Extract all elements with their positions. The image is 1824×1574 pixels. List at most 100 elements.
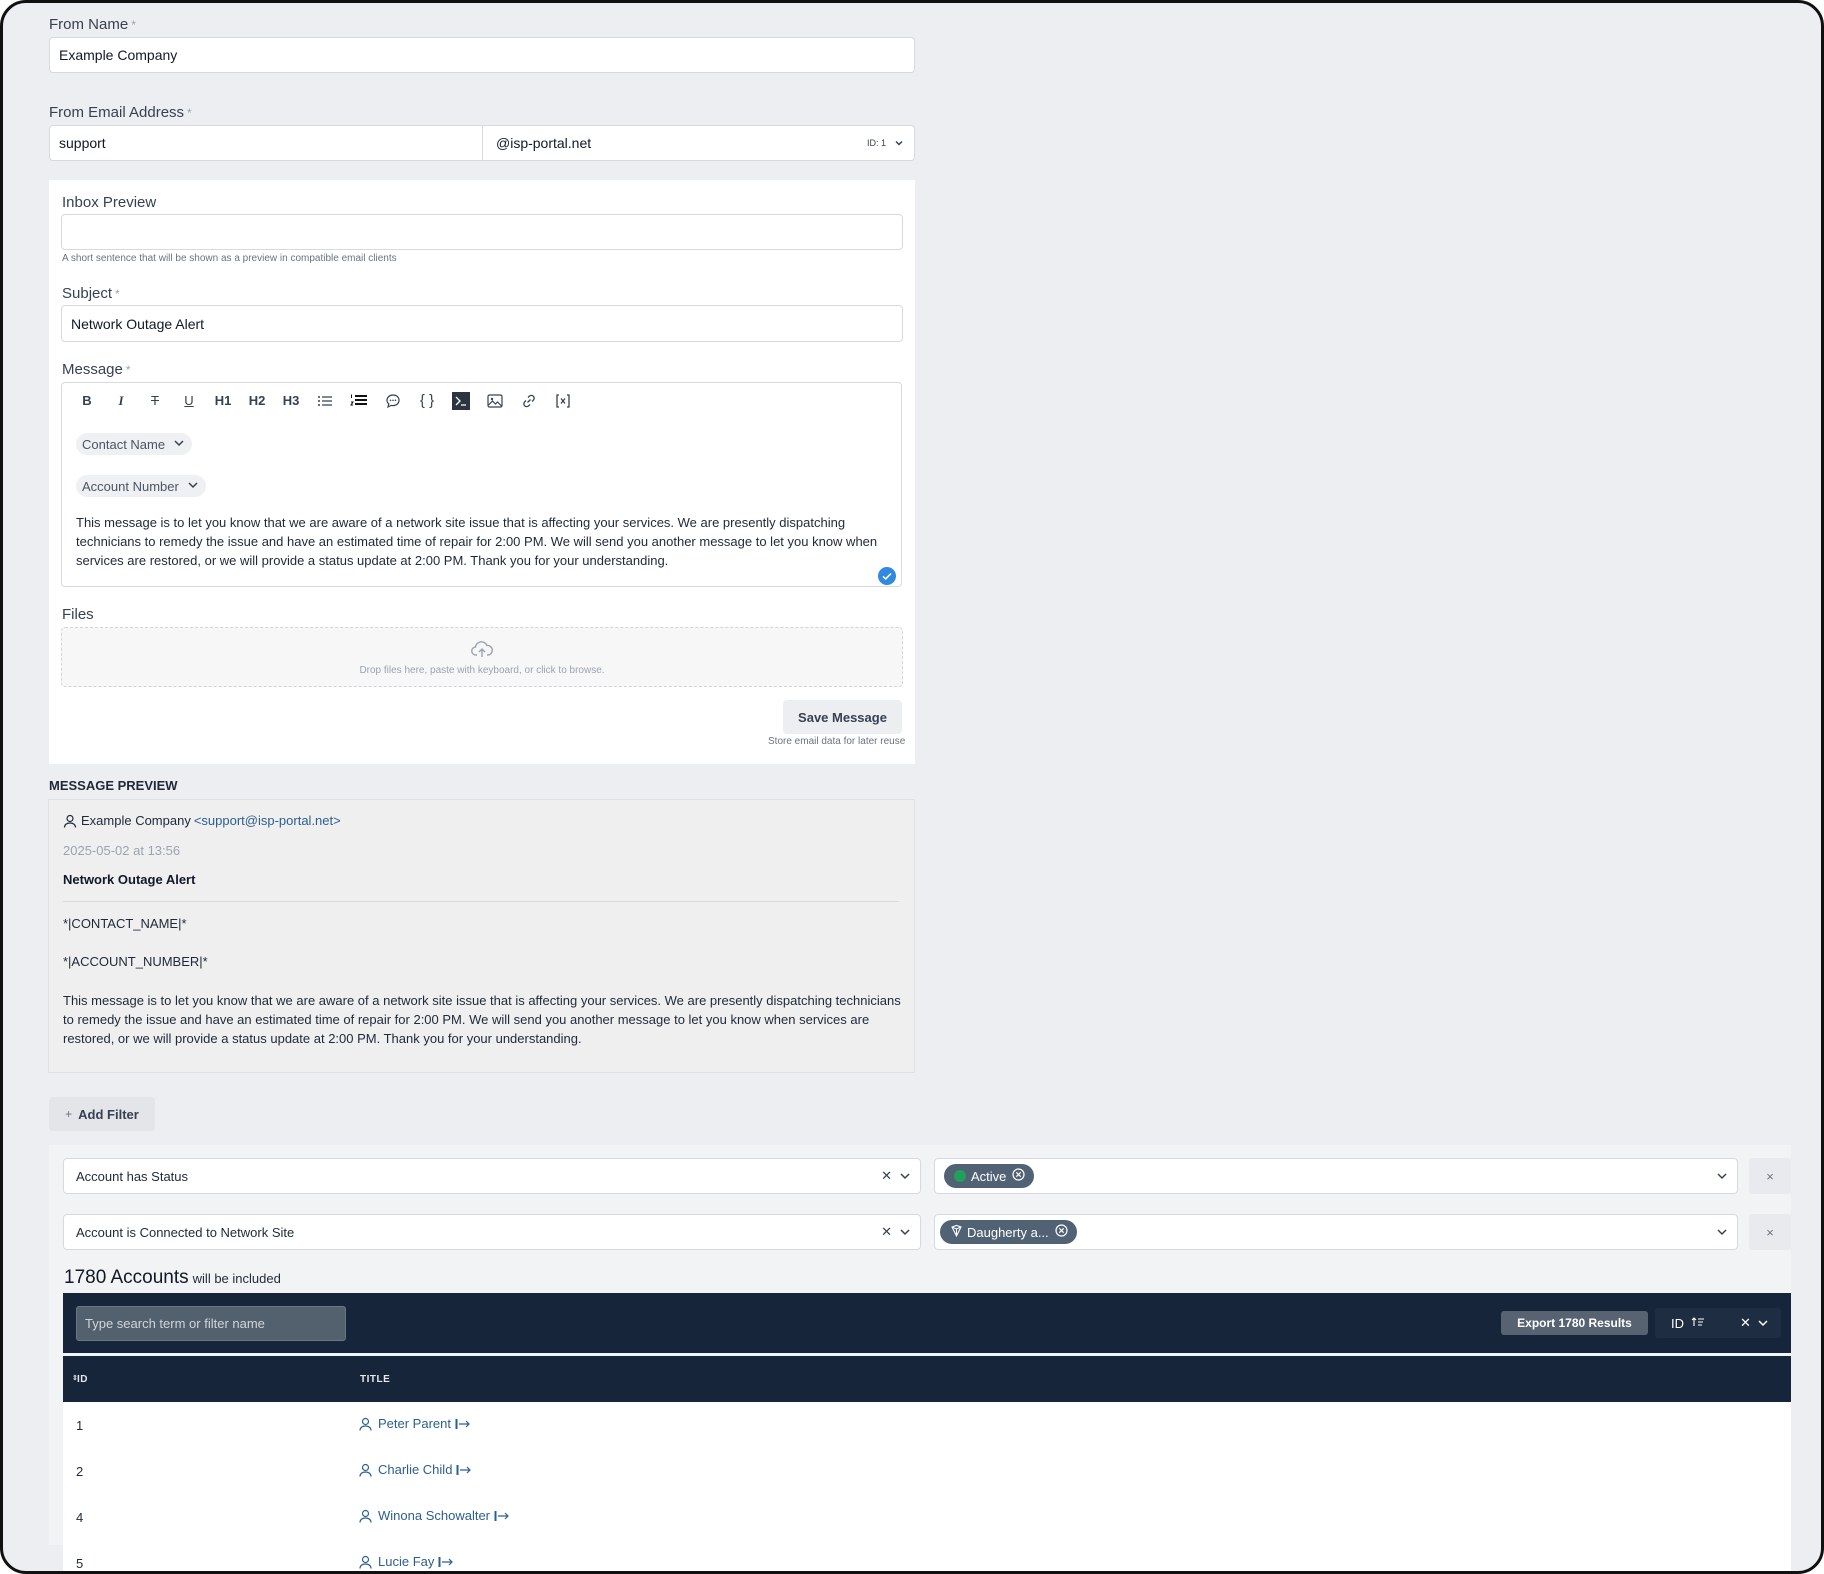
inbox-preview-label: Inbox Preview [62,194,157,211]
remove-filter-button[interactable]: × [1749,1158,1791,1194]
italic-button[interactable]: I [104,387,138,415]
clear-icon[interactable]: ✕ [881,1168,892,1184]
h3-button[interactable]: H3 [274,387,308,415]
status-tag-active: Active [944,1164,1035,1188]
terminal-button[interactable] [444,387,478,415]
chevron-down-icon[interactable] [1758,1315,1768,1330]
from-name-value: Example Company [59,47,178,63]
comment-button[interactable] [376,387,410,415]
table-search-placeholder: Type search term or filter name [85,1316,265,1331]
inbox-preview-input[interactable] [61,214,903,250]
save-message-button[interactable]: Save Message [783,700,902,734]
chevron-down-icon [894,135,904,151]
h2-button[interactable]: H2 [240,387,274,415]
contact-name-chip[interactable]: Contact Name [76,433,193,455]
bold-button[interactable]: B [70,387,104,415]
filter-field-select[interactable]: Account has Status ✕ [63,1158,921,1194]
h1-button[interactable]: H1 [206,387,240,415]
row-title: Winona Schowalter [378,1508,490,1523]
clear-sort-icon[interactable]: ✕ [1740,1315,1751,1331]
bullet-list-icon [318,395,332,406]
preview-subject: Network Outage Alert [63,872,196,887]
image-icon [487,393,503,408]
filter-field-value: Account has Status [76,1168,189,1184]
row-title-link[interactable]: Winona Schowalter [359,1508,510,1523]
table-search-input[interactable]: Type search term or filter name [76,1306,346,1341]
row-title: Charlie Child [378,1462,453,1477]
sort-select[interactable]: ID ✕ [1655,1308,1781,1338]
filter-field-value: Account is Connected to Network Site [76,1224,295,1240]
underline-button[interactable]: U [172,387,206,415]
message-label: Message * [62,361,131,378]
chevron-down-icon[interactable] [1717,1168,1727,1183]
code-braces-icon: { } [419,392,435,409]
sort-field-label: ID [1671,1316,1684,1331]
remove-tag-icon[interactable] [1012,1168,1026,1184]
chevron-down-icon[interactable] [900,1168,910,1183]
table-toolbar: Type search term or filter name Export 1… [63,1293,1791,1353]
open-record-icon[interactable] [494,1510,510,1522]
terminal-icon [452,391,470,410]
underline-icon: U [184,393,194,408]
row-title: Peter Parent [378,1416,451,1431]
open-record-icon[interactable] [456,1464,472,1476]
chevron-down-icon [174,439,184,450]
strikethrough-button[interactable]: T [138,387,172,415]
column-header-id[interactable]: ID [77,1374,88,1385]
table-row[interactable]: 4 Winona Schowalter [63,1494,1791,1541]
app-window: From Name * Example Company From Email Ad… [0,0,1824,1574]
speech-bubble-icon [386,393,400,408]
status-tag-label: Active [971,1168,1007,1184]
chevron-down-icon[interactable] [900,1224,910,1239]
preview-merge-account: *|ACCOUNT_NUMBER|* [63,954,208,969]
network-site-tag-label: Daugherty a... [967,1224,1049,1240]
code-button[interactable]: { } [410,387,444,415]
email-domain-select[interactable]: @isp-portal.net ID: 1 [482,125,915,161]
network-site-icon [950,1224,963,1240]
user-icon [359,1509,372,1523]
file-dropzone[interactable]: Drop files here, paste with keyboard, or… [61,627,903,687]
h2-label: H2 [248,393,266,408]
results-summary: 1780 Accounts will be included [64,1267,281,1289]
variable-button[interactable] [546,387,580,415]
row-id: 1 [76,1418,84,1433]
bullet-list-button[interactable] [308,387,342,415]
row-title-link[interactable]: Peter Parent [359,1416,471,1431]
italic-icon: I [118,392,124,408]
clear-icon[interactable]: ✕ [881,1224,892,1240]
network-site-tag: Daugherty a... [940,1220,1077,1244]
message-editor[interactable]: Contact Name Account Number This message… [61,418,902,587]
open-record-icon[interactable] [455,1418,471,1430]
editor-toolbar: B I T U H1 H2 H3 { } [61,382,902,419]
close-icon: × [1766,1224,1774,1240]
column-header-title[interactable]: TITLE [360,1374,390,1385]
table-row[interactable]: 5 Lucie Fay [63,1540,1791,1571]
email-domain-value: @isp-portal.net [496,135,592,151]
remove-tag-icon[interactable] [1055,1224,1068,1240]
sort-ascending-icon[interactable] [1691,1316,1705,1331]
email-user-input[interactable]: support [49,125,483,161]
add-filter-button[interactable]: + Add Filter [49,1097,155,1131]
message-preview-panel: Example Company <support@isp-portal.net>… [48,799,915,1073]
table-row[interactable]: 2 Charlie Child [63,1448,1791,1495]
account-number-chip[interactable]: Account Number [76,475,206,497]
link-button[interactable] [512,387,546,415]
table-row[interactable]: 1 Peter Parent [63,1402,1791,1449]
add-filter-label: Add Filter [78,1106,139,1122]
subject-input[interactable]: Network Outage Alert [61,305,903,342]
filter-value-select[interactable] [934,1158,1738,1194]
filter-field-select[interactable]: Account is Connected to Network Site ✕ [63,1214,921,1250]
from-name-label-text: From Name [49,16,129,33]
h1-label: H1 [214,393,232,408]
row-title-link[interactable]: Lucie Fay [359,1554,454,1569]
remove-filter-button[interactable]: × [1749,1214,1791,1250]
from-name-input[interactable]: Example Company [49,37,915,73]
chevron-down-icon[interactable] [1717,1224,1727,1239]
preview-sender-email[interactable]: <support@isp-portal.net> [194,813,341,828]
preview-divider [63,901,899,902]
ordered-list-button[interactable] [342,387,376,415]
open-record-icon[interactable] [438,1556,454,1568]
row-title-link[interactable]: Charlie Child [359,1462,472,1477]
image-button[interactable] [478,387,512,415]
export-results-button[interactable]: Export 1780 Results [1501,1311,1648,1335]
